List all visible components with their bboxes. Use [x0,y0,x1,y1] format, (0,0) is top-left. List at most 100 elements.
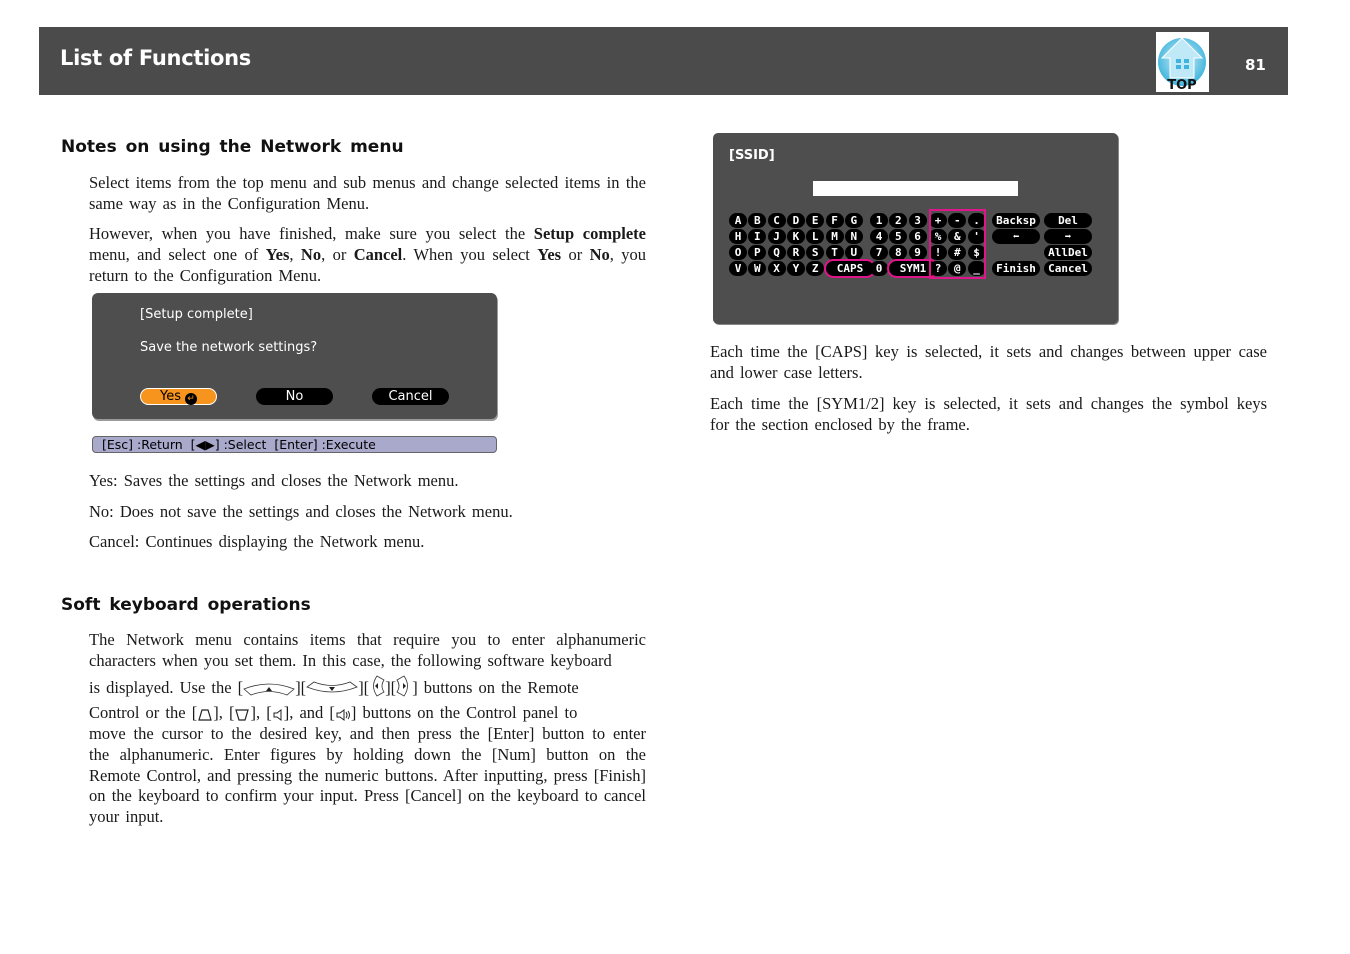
key-6[interactable]: 6 [908,229,927,244]
right-arrow-button-icon [396,675,412,703]
key-3[interactable]: 3 [908,213,927,228]
text: ][ [295,678,307,697]
key-n[interactable]: N [844,229,863,244]
symbol-section-frame [929,209,986,279]
key-i[interactable]: I [748,229,767,244]
text: ], [ [250,703,272,722]
bold-setup-complete: Setup complete [533,224,646,243]
key-p[interactable]: P [748,245,767,260]
paragraph-sym-key: Each time the [SYM1/2] key is selected, … [710,394,1267,434]
key-u[interactable]: U [844,245,863,260]
soft-keyboard: [SSID] A B C D E F G H I J K L M N O P Q R S T U V W X Y Z CAPS 1 2 3… [713,133,1118,324]
down-arrow-button-icon [306,681,359,703]
text: menu, and select one of [89,244,266,264]
yes-button[interactable]: Yes ↵ [140,388,217,405]
house-icon: TOP [1158,37,1206,92]
key-5[interactable]: 5 [889,229,908,244]
key-z[interactable]: Z [806,261,825,276]
text: , or [321,244,354,264]
text: or [561,244,590,264]
key-g[interactable]: G [844,213,863,228]
dialog-title: [Setup complete] [140,307,253,322]
key-j[interactable]: J [767,229,786,244]
enter-icon: ↵ [185,393,197,405]
backspace-key[interactable]: Backsp [992,213,1040,228]
paragraph-caps-key: Each time the [CAPS] key is selected, it… [710,342,1267,382]
caps-key[interactable]: CAPS [826,261,874,276]
key-b[interactable]: B [748,213,767,228]
key-q[interactable]: Q [767,245,786,260]
up-arrow-button-icon [243,681,295,703]
key-c[interactable]: C [767,213,786,228]
bold-cancel: Cancel [353,244,403,264]
key-t[interactable]: T [825,245,844,260]
key-h[interactable]: H [729,229,747,244]
page-header: List of Functions TOP 81 [39,27,1288,95]
text: is displayed. Use the [ [89,678,244,697]
left-arrow-button-icon [369,675,385,703]
key-0[interactable]: 0 [870,261,888,276]
keyboard-title: [SSID] [729,148,775,163]
bold-no: No [589,244,610,264]
key-d[interactable]: D [786,213,805,228]
text: ][ [358,678,370,697]
page-title: List of Functions [60,46,251,70]
no-button[interactable]: No [256,388,333,405]
text: ], and [ [283,703,335,722]
text: . When you select [402,244,538,264]
yes-label: Yes [160,389,181,404]
key-w[interactable]: W [748,261,767,276]
section-heading-soft-keyboard: Soft keyboard operations [61,595,311,615]
delete-key[interactable]: Del [1044,213,1092,228]
key-e[interactable]: E [806,213,825,228]
cursor-left-key[interactable]: ⬅ [992,229,1040,244]
key-a[interactable]: A [729,213,747,228]
paragraph-setup-complete: However, when you have finished, make su… [89,224,646,286]
no-description: No: Does not save the settings and close… [89,502,513,521]
key-r[interactable]: R [786,245,805,260]
key-o[interactable]: O [729,245,747,260]
key-1[interactable]: 1 [870,213,888,228]
page-number: 81 [1245,56,1266,74]
text: ] buttons on the Control panel to [350,703,578,722]
text: ][ [385,678,397,697]
cancel-description: Cancel: Continues displaying the Network… [89,532,425,551]
key-m[interactable]: M [825,229,844,244]
key-8[interactable]: 8 [889,245,908,260]
text: ] buttons on the Remote [412,678,579,697]
paragraph-select-items: Select items from the top menu and sub m… [89,173,646,213]
bold-yes: Yes [537,244,562,264]
key-y[interactable]: Y [786,261,805,276]
key-7[interactable]: 7 [870,245,888,260]
key-f[interactable]: F [825,213,844,228]
key-9[interactable]: 9 [908,245,927,260]
paragraph-remote-buttons: is displayed. Use the [ ][ ][ ][ ] buttons o… [89,675,646,703]
top-link-button[interactable]: TOP [1156,32,1209,92]
key-l[interactable]: L [806,229,825,244]
key-x[interactable]: X [767,261,786,276]
key-4[interactable]: 4 [870,229,888,244]
key-s[interactable]: S [806,245,825,260]
cancel-button[interactable]: Cancel [372,388,449,405]
key-k[interactable]: K [786,229,805,244]
keyboard-cancel-key[interactable]: Cancel [1044,261,1092,276]
yes-description: Yes: Saves the settings and closes the N… [89,471,459,490]
key-v[interactable]: V [729,261,747,276]
svg-text:TOP: TOP [1167,78,1196,92]
paragraph-soft-keyboard-intro: The Network menu contains items that req… [89,630,646,670]
all-delete-key[interactable]: AllDel [1044,245,1092,260]
dialog-help-bar: [Esc] :Return [◀▶] :Select [Enter] :Exec… [92,436,497,453]
setup-complete-dialog: [Setup complete] Save the network settin… [92,293,497,419]
section-heading-network-menu: Notes on using the Network menu [61,137,404,157]
bold-yes: Yes [265,244,290,264]
finish-key[interactable]: Finish [992,261,1040,276]
paragraph-keyboard-instructions: move the cursor to the desired key, and … [89,724,646,827]
dialog-question: Save the network settings? [140,340,318,355]
cursor-right-key[interactable]: ➡ [1044,229,1092,244]
ssid-input[interactable] [813,181,1018,196]
text: ], [ [213,703,235,722]
text: Control or the [ [89,703,198,722]
bold-no: No [300,244,322,264]
key-2[interactable]: 2 [889,213,908,228]
text: However, when you have finished, make su… [89,224,534,243]
